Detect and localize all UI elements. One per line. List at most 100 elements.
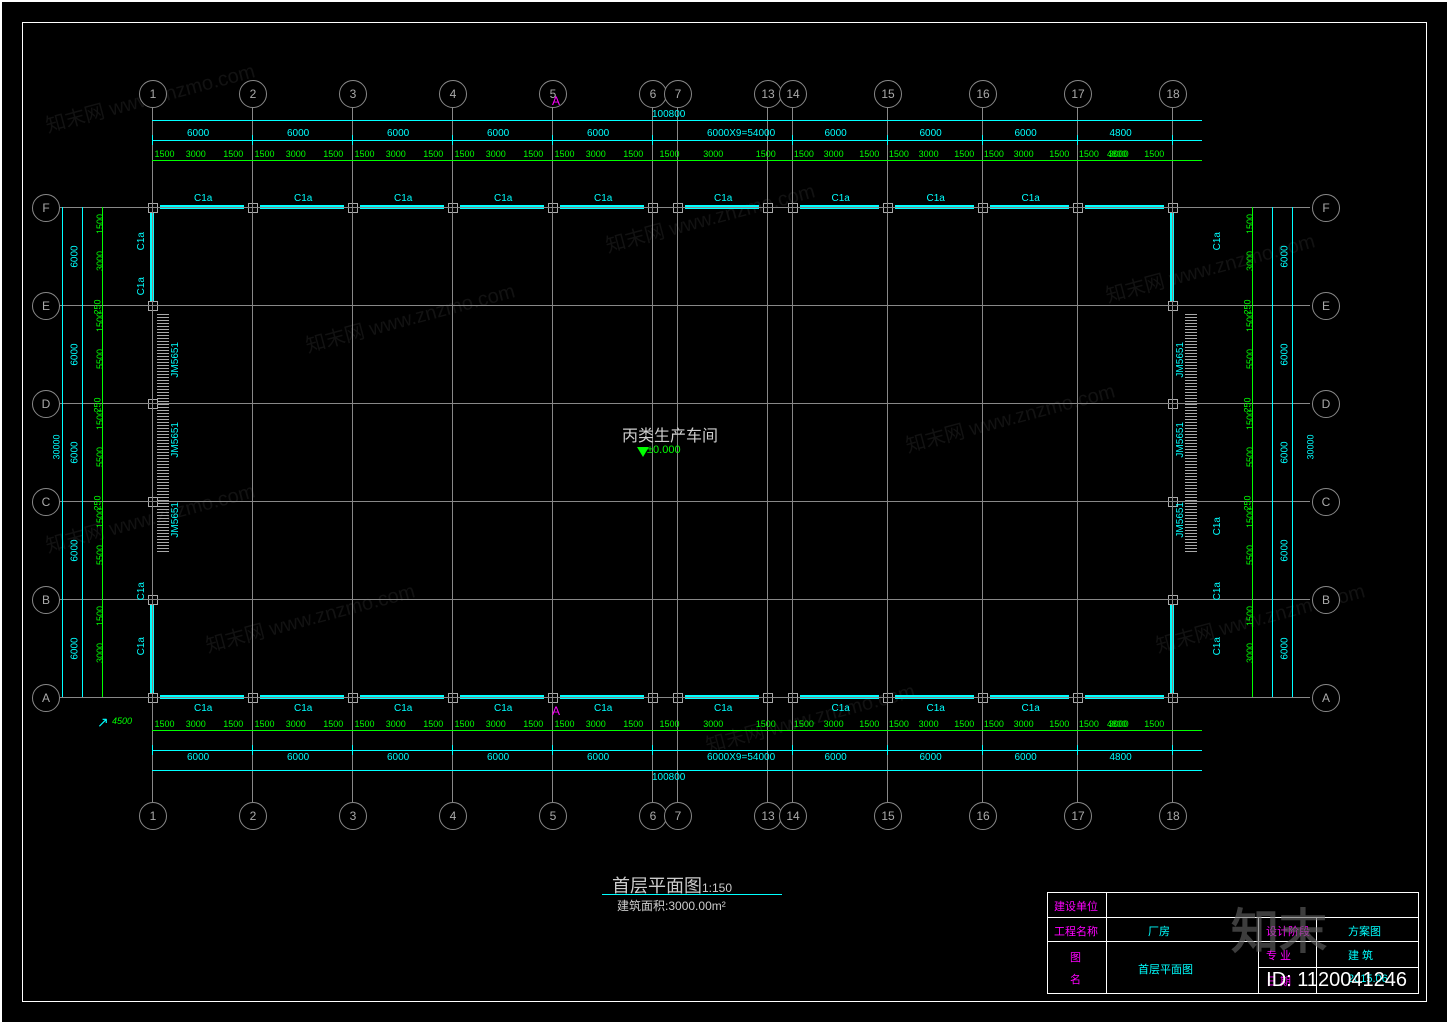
grid-axis-label: C (1322, 495, 1331, 509)
dim-bay-bottom: 4800 (1110, 752, 1132, 763)
grid-bubble-v-top: 14 (779, 80, 807, 108)
window-label-bottom: C1a (832, 703, 850, 714)
grid-bubble-h-right: E (1312, 292, 1340, 320)
column (348, 203, 358, 213)
column (673, 693, 683, 703)
window-label-top: C1a (832, 193, 850, 204)
dim-sub-bottom: 3000 (386, 719, 406, 729)
dim-sub-top: 1500 (623, 149, 643, 159)
window-label-top: C1a (1022, 193, 1040, 204)
dim-tick (452, 745, 453, 755)
dim-line-overall-top (152, 120, 1202, 121)
grid-axis-label: 17 (1071, 87, 1084, 101)
dim-sub-bottom: 1500 (523, 719, 543, 729)
section-marker-a-top: A (552, 94, 560, 108)
grid-axis-label: 4 (450, 809, 457, 823)
dim-sub-top: 3000 (286, 149, 306, 159)
grid-axis-label: 3 (350, 87, 357, 101)
dim-tick (152, 745, 153, 755)
window-label-top: C1a (294, 193, 312, 204)
dim-line-sub-bottom (152, 730, 1202, 731)
dim-sub-bottom: 3000 (1014, 719, 1034, 729)
dim-bay-top: 6000 (825, 128, 847, 139)
grid-axis-label: E (1322, 299, 1330, 313)
grid-axis-label: B (42, 593, 50, 607)
dim-sub-bottom: 1500 (155, 719, 175, 729)
dim-sub-bottom: 1500 (455, 719, 475, 729)
dim-sub-right: 1500 (1245, 410, 1255, 430)
column (648, 203, 658, 213)
column (148, 301, 158, 311)
dim-sub-bottom: 1500 (555, 719, 575, 729)
dim-250-right: 250 (1243, 299, 1253, 314)
grid-axis-label: D (42, 397, 51, 411)
dim-sub-top: 3000 (703, 149, 723, 159)
grid-axis-label: 15 (881, 809, 894, 823)
door-hatch-right (1185, 312, 1197, 552)
dim-tick (1077, 135, 1078, 145)
column (648, 693, 658, 703)
dim-side-left: 6000 (70, 539, 81, 561)
dim-tick (152, 135, 153, 145)
grid-bubble-v-bottom: 7 (664, 802, 692, 830)
dim-sub-bottom: 1500 (355, 719, 375, 729)
north-arrow: ↗ (97, 714, 109, 731)
grid-bubble-v-bottom: 13 (754, 802, 782, 830)
window-label-right-a: C1a (1212, 637, 1223, 655)
grid-axis-label: F (1322, 201, 1329, 215)
dim-sub-top: 1500 (555, 149, 575, 159)
dim-sub-left: 1500 (95, 606, 105, 626)
dim-bay-bottom: 6000 (920, 752, 942, 763)
window-label-left-f: C1a (136, 232, 147, 250)
column (883, 693, 893, 703)
dim-tick (252, 135, 253, 145)
dim-sub-left: 5500 (95, 447, 105, 467)
column (248, 693, 258, 703)
dim-line-bays-top (152, 140, 1202, 141)
column (788, 693, 798, 703)
room-name: 丙类生产车间 (622, 422, 718, 446)
grid-axis-label: A (42, 691, 50, 705)
dim-sub-left: 5500 (95, 349, 105, 369)
dim-sub-top: 1500 (455, 149, 475, 159)
dim-sub-bottom: 1500 (255, 719, 275, 729)
dim-sub-top: 1500 (523, 149, 543, 159)
dim-250-left: 250 (93, 495, 103, 510)
dim-sub-bottom: 1500 (223, 719, 243, 729)
drawing-scale: 1:150 (702, 881, 732, 895)
dim-sub-bottom-end: 4800 (1107, 719, 1127, 729)
dim-side-right: 6000 (1280, 245, 1291, 267)
grid-bubble-v-bottom: 17 (1064, 802, 1092, 830)
dim-sub-top: 1500 (223, 149, 243, 159)
column (763, 693, 773, 703)
grid-bubble-v-top: 15 (874, 80, 902, 108)
grid-axis-label: B (1322, 593, 1330, 607)
dim-tick (352, 135, 353, 145)
dim-tick (252, 745, 253, 755)
dim-bay-bottom: 6000 (587, 752, 609, 763)
column (148, 203, 158, 213)
dim-bay-top: 6000 (920, 128, 942, 139)
door-label-left-3: JM5651 (170, 502, 181, 538)
dim-bay-top: 6000 (587, 128, 609, 139)
dim-sub-top: 1500 (1049, 149, 1069, 159)
dim-sub-bottom: 1500 (660, 719, 680, 729)
column (1073, 203, 1083, 213)
tb-builder-label: 建设单位 (1054, 898, 1098, 914)
dim-overall-top: 100800 (652, 109, 685, 120)
dim-overall-bottom: 100800 (652, 772, 685, 783)
dim-sub-bottom: 1500 (623, 719, 643, 729)
dim-bay-bottom: 6000 (1015, 752, 1037, 763)
dim-sub-right: 1500 (1245, 606, 1255, 626)
section-marker-a-bottom: A (552, 704, 560, 718)
window-label-top: C1a (594, 193, 612, 204)
dim-side-right: 6000 (1280, 539, 1291, 561)
dim-bay-top: 6000 (487, 128, 509, 139)
dim-250-left: 250 (93, 397, 103, 412)
dim-sub-top: 1500 (954, 149, 974, 159)
grid-bubble-h-left: E (32, 292, 60, 320)
window-label-top: C1a (927, 193, 945, 204)
drawing-area: 建筑面积:3000.00m² (617, 897, 726, 914)
grid-line-horizontal (60, 305, 1310, 306)
window-label-bottom: C1a (714, 703, 732, 714)
